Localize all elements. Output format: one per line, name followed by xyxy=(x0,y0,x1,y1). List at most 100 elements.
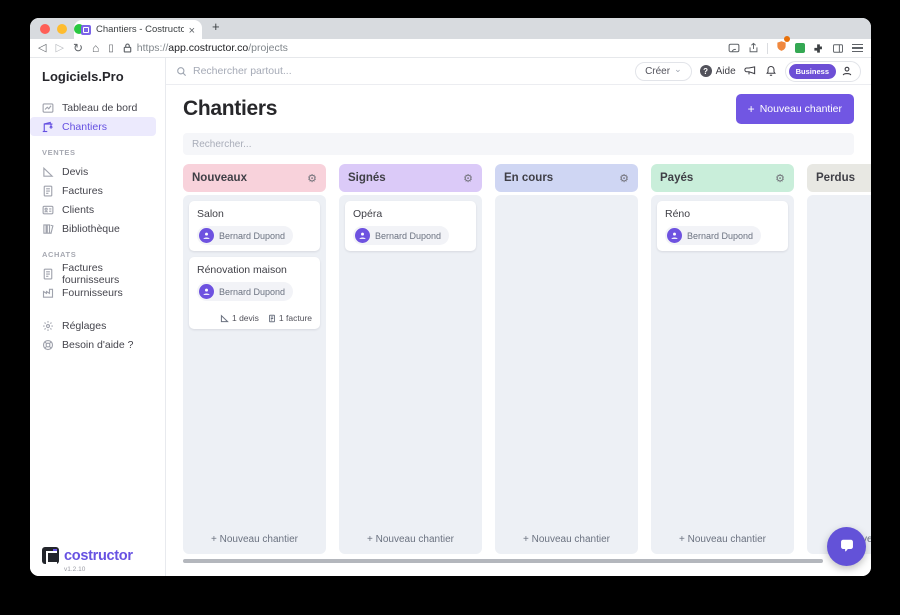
invoice-icon xyxy=(268,314,275,322)
lifebuoy-icon xyxy=(42,339,54,350)
column-body: Salon Bernard Dupond Rénovation maison B… xyxy=(183,195,326,554)
scrollbar-thumb[interactable] xyxy=(183,559,823,563)
horizontal-scrollbar[interactable] xyxy=(183,559,853,563)
url-scheme: https:// xyxy=(136,42,169,54)
ruler-icon xyxy=(220,314,229,322)
costructor-logo-icon xyxy=(42,547,59,564)
reload-icon[interactable] xyxy=(73,42,83,55)
sidebar-item-label: Bibliothèque xyxy=(62,222,120,235)
new-chantier-button[interactable]: Nouveau chantier xyxy=(735,94,854,124)
cast-icon[interactable] xyxy=(728,42,740,54)
chart-icon xyxy=(42,102,54,113)
back-icon[interactable] xyxy=(38,43,46,54)
home-icon[interactable] xyxy=(92,42,99,55)
share-icon[interactable] xyxy=(748,42,759,54)
sidebar-item-clients[interactable]: Clients xyxy=(30,200,165,219)
kanban-card[interactable]: Rénovation maison Bernard Dupond 1 devis xyxy=(189,257,320,329)
factory-icon xyxy=(42,288,54,298)
sidebar-section-ventes: VENTES xyxy=(42,148,76,157)
puzzle-extension-icon[interactable] xyxy=(813,43,824,54)
devis-count-label: 1 devis xyxy=(231,313,259,323)
sidebar-item-chantiers[interactable]: Chantiers xyxy=(30,117,156,136)
column-header: En cours xyxy=(495,164,638,192)
column-settings-icon[interactable] xyxy=(619,172,629,185)
new-tab-button[interactable] xyxy=(212,18,220,36)
add-card-button[interactable]: + Nouveau chantier xyxy=(189,527,320,548)
column-settings-icon[interactable] xyxy=(307,172,317,185)
invoice-icon xyxy=(43,185,53,196)
add-card-button[interactable]: + Nouveau chantier xyxy=(657,527,788,548)
global-search[interactable] xyxy=(176,65,628,77)
bookmark-icon[interactable] xyxy=(108,43,114,54)
column-body: Opéra Bernard Dupond + Nouveau chantier xyxy=(339,195,482,554)
column-body: + Nouveau chantier xyxy=(807,195,871,554)
kanban-card[interactable]: Réno Bernard Dupond xyxy=(657,201,788,251)
global-search-input[interactable] xyxy=(193,65,628,77)
kanban-column-nouveaux: Nouveaux Salon Bernard Dupond xyxy=(183,164,326,554)
card-title: Opéra xyxy=(353,208,383,220)
shield-extension-icon[interactable] xyxy=(776,36,790,57)
create-button[interactable]: Créer xyxy=(635,61,692,81)
sidebar-section-achats: ACHATS xyxy=(42,250,77,259)
toolbar-divider xyxy=(767,42,768,54)
address-bar[interactable]: https://app.costructor.co/projects xyxy=(123,42,719,54)
board-filter[interactable] xyxy=(183,133,854,155)
sidebar-item-bibliotheque[interactable]: Bibliothèque xyxy=(30,219,165,238)
forward-icon[interactable] xyxy=(55,43,63,54)
sidebar-item-reglages[interactable]: Réglages xyxy=(30,316,165,335)
column-header: Perdus xyxy=(807,164,871,192)
board-filter-input[interactable] xyxy=(183,138,854,150)
close-window-button[interactable] xyxy=(40,24,50,34)
browser-extensions xyxy=(728,36,863,57)
sidebar-item-fournisseurs[interactable]: Fournisseurs xyxy=(30,283,165,302)
devis-count-badge: 1 devis xyxy=(220,313,259,323)
facture-count-label: 1 facture xyxy=(278,313,312,323)
sidebar-item-devis[interactable]: Devis xyxy=(30,162,165,181)
new-chantier-button-label: Nouveau chantier xyxy=(759,103,842,115)
account-menu[interactable]: Business xyxy=(784,60,861,82)
page-content: Chantiers Nouveau chantier Nouveaux xyxy=(166,85,871,576)
sidebar-item-tableau-de-bord[interactable]: Tableau de bord xyxy=(30,98,165,117)
kanban-card[interactable]: Opéra Bernard Dupond xyxy=(345,201,476,251)
add-card-button[interactable]: + Nouveau chantier xyxy=(345,527,476,548)
assignee-name: Bernard Dupond xyxy=(687,230,754,241)
help-button[interactable]: Aide xyxy=(699,65,736,77)
crane-icon xyxy=(42,121,53,132)
add-card-button[interactable]: + Nouveau chantier xyxy=(501,527,632,548)
column-settings-icon[interactable] xyxy=(775,172,785,185)
user-icon xyxy=(842,66,852,76)
close-tab-icon[interactable] xyxy=(189,21,195,39)
browser-tab[interactable]: Chantiers - Costructor xyxy=(74,20,202,39)
library-icon xyxy=(43,223,54,234)
sidebar-item-factures[interactable]: Factures xyxy=(30,181,165,200)
browser-toolbar: https://app.costructor.co/projects xyxy=(30,36,871,58)
sidebar-item-label: Factures fournisseurs xyxy=(62,261,120,286)
create-button-label: Créer xyxy=(645,65,671,77)
kanban-column-signes: Signés Opéra Bernard Dupond xyxy=(339,164,482,554)
card-title: Rénovation maison xyxy=(197,264,287,276)
kanban-column-payes: Payés Réno Bernard Dupond + xyxy=(651,164,794,554)
minimize-window-button[interactable] xyxy=(57,24,67,34)
sidebar-item-factures-fournisseurs[interactable]: Factures fournisseurs xyxy=(30,261,165,286)
column-settings-icon[interactable] xyxy=(463,172,473,185)
url-path: /projects xyxy=(248,42,288,54)
menu-icon[interactable] xyxy=(852,43,863,53)
announcements-button[interactable] xyxy=(744,65,757,77)
assignee-chip: Bernard Dupond xyxy=(665,226,762,245)
sidebar-item-label: Besoin d'aide ? xyxy=(62,338,134,351)
chat-bubble-icon xyxy=(840,539,853,552)
green-extension-icon[interactable] xyxy=(795,43,805,53)
kanban-card[interactable]: Salon Bernard Dupond xyxy=(189,201,320,251)
assignee-chip: Bernard Dupond xyxy=(197,226,294,245)
column-name: En cours xyxy=(504,172,554,184)
ruler-icon xyxy=(43,166,54,177)
chat-widget-button[interactable] xyxy=(827,527,866,566)
notifications-button[interactable] xyxy=(765,65,777,77)
panel-icon[interactable] xyxy=(832,43,844,54)
column-name: Nouveaux xyxy=(192,172,247,184)
user-icon xyxy=(203,232,210,239)
tab-title: Chantiers - Costructor xyxy=(96,24,184,35)
sidebar-item-besoin-daide[interactable]: Besoin d'aide ? xyxy=(30,335,165,354)
sidebar-item-label: Tableau de bord xyxy=(62,101,138,114)
megaphone-icon xyxy=(744,66,755,75)
